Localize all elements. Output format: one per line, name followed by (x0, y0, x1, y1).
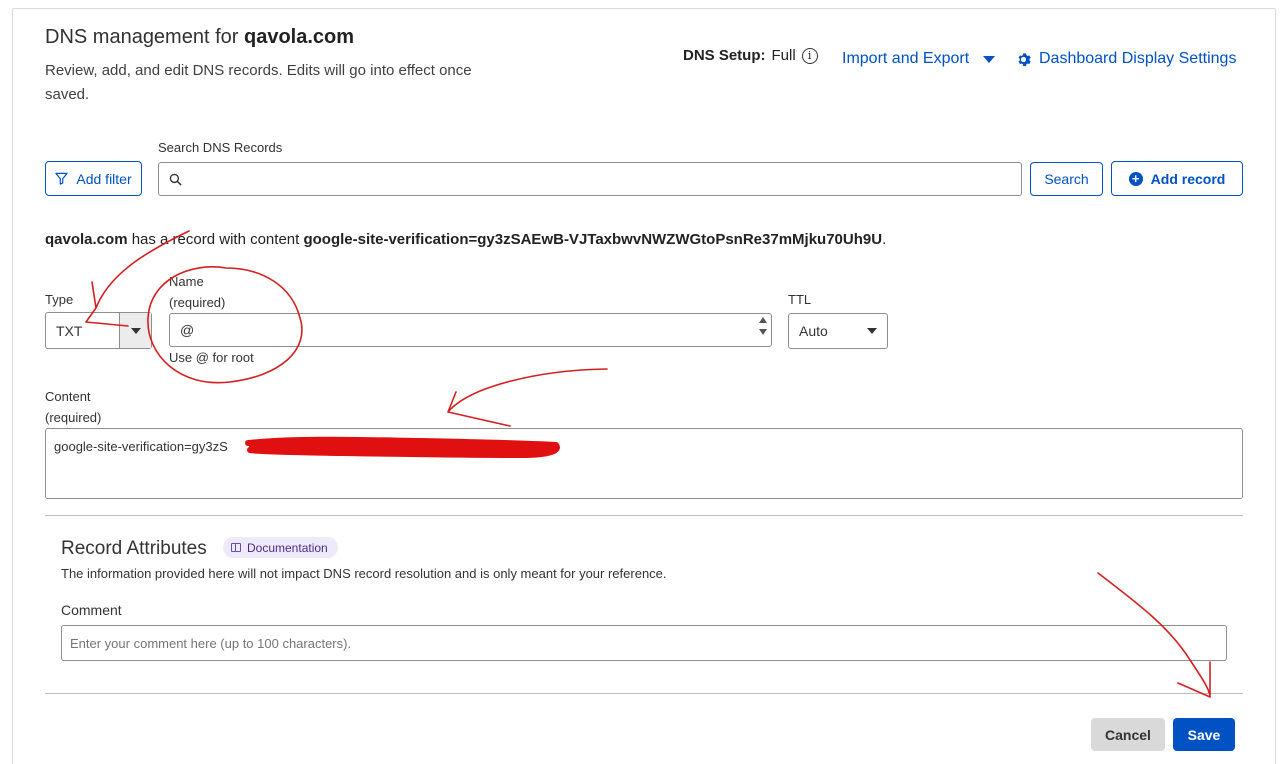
content-required-note: (required) (45, 410, 102, 425)
search-button[interactable]: Search (1030, 162, 1103, 196)
gear-icon (1018, 52, 1031, 66)
chevron-up-icon[interactable] (759, 317, 767, 323)
comment-label: Comment (61, 602, 122, 618)
type-value: TXT (56, 322, 83, 339)
caret-down-icon (983, 55, 996, 63)
ttl-select[interactable]: Auto (788, 313, 888, 349)
search-input[interactable] (158, 162, 1022, 196)
content-value: google-site-verification=gy3zS (54, 439, 228, 454)
type-dropdown-arrow[interactable] (119, 313, 151, 348)
plus-icon: + (1128, 171, 1143, 186)
name-required-note: (required) (169, 295, 226, 310)
name-label: Name (required) (169, 271, 225, 313)
cancel-button[interactable]: Cancel (1091, 718, 1165, 751)
divider (45, 693, 1243, 694)
name-help-text: Use @ for root (169, 350, 254, 365)
content-textarea[interactable]: google-site-verification=gy3zS (45, 428, 1243, 499)
record-summary: qavola.com has a record with content goo… (45, 231, 887, 248)
ttl-label: TTL (788, 292, 812, 307)
name-input[interactable]: @ (169, 313, 772, 347)
dashboard-settings-label: Dashboard Display Settings (1039, 50, 1237, 67)
dashboard-display-settings-link[interactable]: Dashboard Display Settings (1016, 50, 1236, 68)
save-button[interactable]: Save (1173, 718, 1235, 751)
name-spinner[interactable] (759, 317, 767, 335)
filter-icon (55, 172, 69, 185)
caret-down-icon (130, 327, 141, 334)
record-attributes-description: The information provided here will not i… (61, 566, 667, 581)
comment-input[interactable] (61, 625, 1227, 661)
dns-setup-status: DNS Setup: Full i (683, 47, 818, 64)
import-export-menu[interactable]: Import and Export (842, 50, 996, 68)
search-icon (169, 173, 182, 186)
import-export-label: Import and Export (842, 50, 970, 67)
record-attributes-title: Record Attributes (61, 538, 207, 559)
type-label: Type (45, 292, 74, 307)
dns-setup-value: Full (771, 47, 796, 64)
search-label: Search DNS Records (158, 140, 283, 155)
add-record-button[interactable]: + Add record (1111, 161, 1243, 196)
documentation-link[interactable]: Documentation (223, 537, 338, 558)
caret-down-icon (867, 328, 877, 334)
ttl-value: Auto (799, 323, 828, 339)
chevron-down-icon[interactable] (759, 329, 767, 335)
info-icon[interactable]: i (801, 47, 818, 64)
book-icon (231, 543, 241, 552)
page-subtitle: Review, add, and edit DNS records. Edits… (45, 62, 472, 103)
type-select[interactable]: TXT (45, 312, 152, 349)
name-value: @ (180, 322, 195, 338)
content-label: Content (required) (45, 386, 101, 428)
page-title: DNS management for qavola.com (45, 26, 355, 48)
dns-setup-label: DNS Setup: (683, 47, 766, 64)
divider (45, 515, 1243, 516)
add-filter-button[interactable]: Add filter (45, 161, 142, 196)
